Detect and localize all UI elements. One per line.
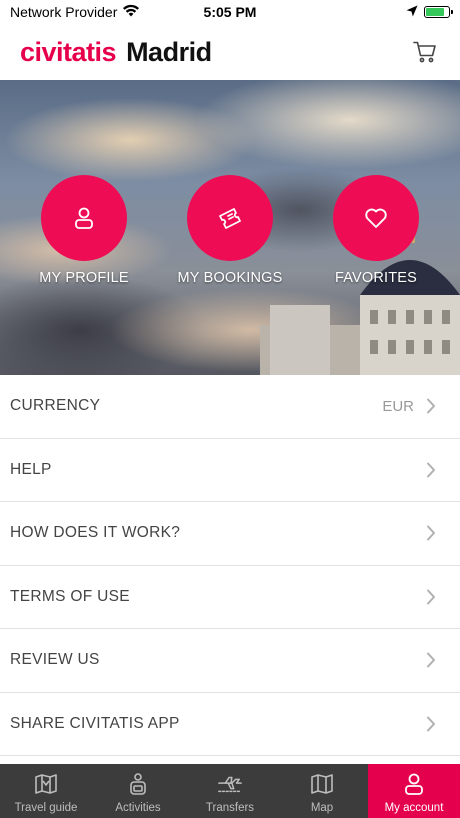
tab-label: My account: [384, 802, 444, 814]
map-guide-icon: [33, 771, 59, 797]
hero-banner: MY PROFILE MY BOOKINGS FAVORITES: [0, 80, 460, 375]
status-left: Network Provider: [10, 4, 140, 20]
map-icon: [309, 771, 335, 797]
tab-activities[interactable]: Activities: [92, 764, 184, 818]
menu-item-terms[interactable]: TERMS OF USE: [0, 565, 460, 629]
page-title: Madrid: [126, 36, 212, 67]
tab-transfers[interactable]: Transfers: [184, 764, 276, 818]
menu-item-share[interactable]: SHARE CIVITATIS APP: [0, 692, 460, 756]
menu-item-label: SHARE CIVITATIS APP: [10, 714, 180, 732]
wifi-icon: [122, 4, 140, 20]
menu-item-label: CURRENCY: [10, 397, 101, 415]
my-bookings-action[interactable]: MY BOOKINGS: [150, 175, 310, 286]
ticket-icon[interactable]: [187, 175, 273, 261]
menu-item-label: TERMS OF USE: [10, 587, 130, 605]
heart-icon[interactable]: [333, 175, 419, 261]
menu-item-label: REVIEW US: [10, 651, 100, 669]
battery-icon: [424, 6, 453, 18]
menu-item-how-it-works[interactable]: HOW DOES IT WORK?: [0, 502, 460, 566]
carrier-label: Network Provider: [10, 4, 118, 20]
chevron-right-icon: [427, 716, 435, 732]
tab-label: Map: [310, 802, 334, 814]
status-bar: Network Provider 5:05 PM: [0, 0, 460, 24]
brand-logo[interactable]: civitatis: [20, 37, 117, 68]
chevron-right-icon: [427, 589, 435, 605]
chevron-right-icon: [427, 398, 435, 414]
settings-menu: CURRENCY EUR HELP HOW DOES IT WORK? TERM…: [0, 375, 460, 756]
tab-label: Activities: [115, 802, 161, 814]
account-icon: [401, 771, 427, 797]
chevron-right-icon: [427, 652, 435, 668]
tab-my-account[interactable]: My account: [368, 764, 460, 818]
chevron-right-icon: [427, 525, 435, 541]
app-header: civitatis Madrid: [0, 24, 460, 80]
activities-icon: [125, 771, 151, 797]
status-right: [406, 4, 453, 20]
my-profile-label: MY PROFILE: [39, 270, 129, 286]
battery-level: [426, 8, 444, 16]
menu-item-currency[interactable]: CURRENCY EUR: [0, 375, 460, 439]
tab-travel-guide[interactable]: Travel guide: [0, 764, 92, 818]
tab-map[interactable]: Map: [276, 764, 368, 818]
tab-label: Transfers: [205, 802, 255, 814]
bottom-tab-bar: Travel guide Activities Transfers Map My…: [0, 764, 460, 818]
currency-value: EUR: [382, 397, 414, 415]
my-profile-action[interactable]: MY PROFILE: [4, 175, 164, 286]
location-arrow-icon: [406, 4, 418, 20]
user-icon[interactable]: [41, 175, 127, 261]
menu-item-review[interactable]: REVIEW US: [0, 629, 460, 693]
favorites-label: FAVORITES: [334, 270, 418, 286]
favorites-action[interactable]: FAVORITES: [296, 175, 456, 286]
cart-icon[interactable]: [410, 37, 440, 67]
menu-item-label: HELP: [10, 460, 52, 478]
menu-item-help[interactable]: HELP: [0, 438, 460, 502]
menu-item-label: HOW DOES IT WORK?: [10, 524, 181, 542]
chevron-right-icon: [427, 462, 435, 478]
my-bookings-label: MY BOOKINGS: [177, 270, 283, 286]
transfers-icon: [217, 771, 243, 797]
tab-label: Travel guide: [14, 802, 78, 814]
